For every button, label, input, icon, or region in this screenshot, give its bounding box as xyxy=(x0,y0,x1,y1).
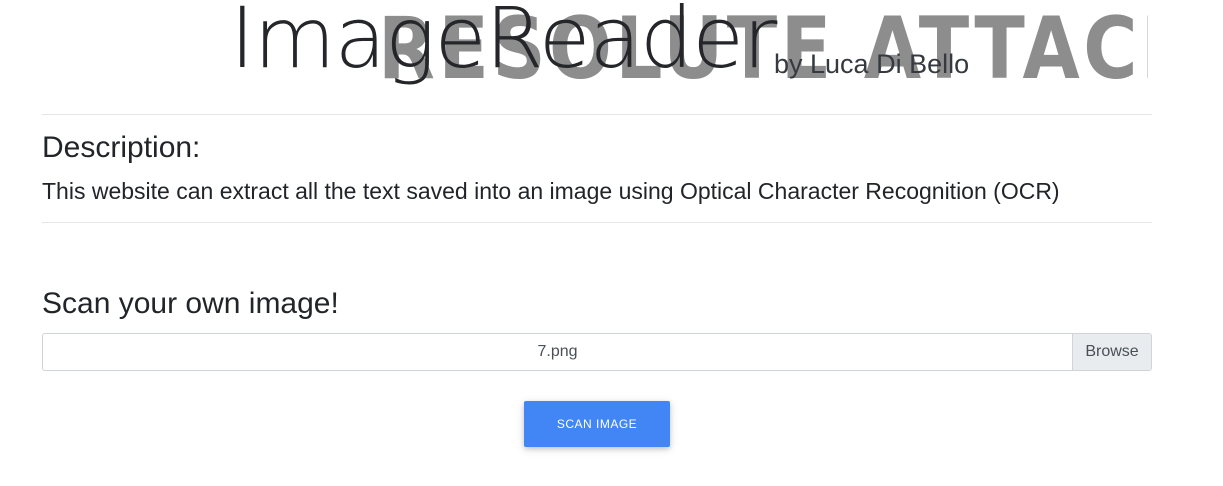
browse-button[interactable]: Browse xyxy=(1072,334,1151,370)
description-text: This website can extract all the text sa… xyxy=(42,178,1060,204)
divider xyxy=(42,222,1152,223)
description-heading: Description: xyxy=(42,131,201,164)
page-title: ImageReader xyxy=(230,0,777,87)
page: RESOLUTE ATTACK ImageReader by Luca Di B… xyxy=(0,0,1223,486)
scan-heading: Scan your own image! xyxy=(42,287,339,320)
scan-image-button[interactable]: SCAN IMAGE xyxy=(524,401,670,447)
divider xyxy=(42,114,1152,115)
author-byline: by Luca Di Bello xyxy=(774,49,970,79)
file-name-label[interactable]: 7.png xyxy=(43,334,1072,370)
file-upload-input[interactable]: 7.png Browse xyxy=(42,333,1152,371)
